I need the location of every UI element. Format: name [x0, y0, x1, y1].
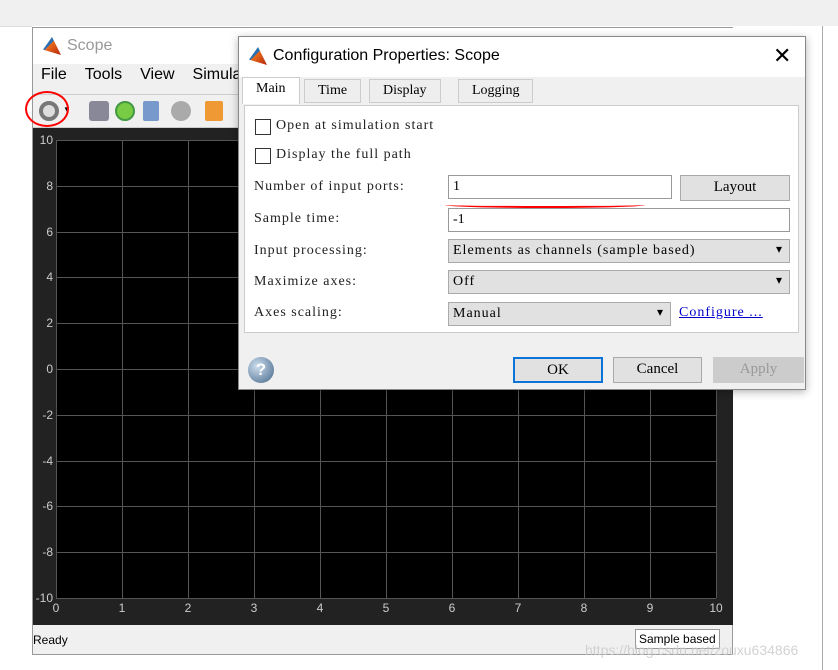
y-tick-label: 10 — [39, 133, 53, 147]
x-tick-label: 0 — [52, 601, 60, 615]
step-forward-icon[interactable] — [143, 101, 159, 121]
x-tick-label: 7 — [514, 601, 522, 615]
axes-scaling-select[interactable]: Manual — [448, 302, 671, 326]
run-icon[interactable] — [115, 101, 135, 121]
x-tick-label: 1 — [118, 601, 126, 615]
x-tick-label: 10 — [709, 601, 723, 615]
tab-main[interactable]: Main — [242, 77, 300, 104]
grid-line-horizontal — [56, 598, 716, 599]
input-processing-select[interactable]: Elements as channels (sample based) — [448, 239, 790, 263]
configure-link[interactable]: Configure ... — [679, 305, 763, 321]
menu-view[interactable]: View — [140, 66, 174, 83]
input-ports-field[interactable]: 1 — [448, 175, 672, 199]
background-pane — [0, 26, 32, 670]
help-icon[interactable]: ? — [248, 357, 274, 383]
display-full-path-label: Display the full path — [276, 147, 412, 162]
y-tick-label: -2 — [42, 407, 53, 422]
sample-time-field[interactable]: -1 — [448, 208, 790, 232]
layout-button[interactable]: Layout — [680, 175, 790, 201]
sample-time-label: Sample time: — [254, 211, 341, 226]
grid-line-vertical — [122, 140, 123, 598]
maximize-axes-label: Maximize axes: — [254, 274, 358, 289]
red-circle-annotation — [25, 91, 69, 127]
y-tick-label: 2 — [46, 316, 53, 331]
open-at-start-label: Open at simulation start — [276, 118, 435, 133]
x-tick-label: 4 — [316, 601, 324, 615]
status-text: Ready — [33, 633, 68, 647]
menu-simulation[interactable]: Simula — [193, 66, 242, 83]
tab-logging[interactable]: Logging — [458, 79, 534, 103]
ok-button[interactable]: OK — [513, 357, 603, 383]
x-tick-label: 5 — [382, 601, 390, 615]
configuration-dialog: Configuration Properties: Scope ✕ Main T… — [238, 36, 806, 390]
dialog-title-bar: Configuration Properties: Scope ✕ — [239, 37, 805, 77]
tab-time[interactable]: Time — [304, 79, 362, 103]
axes-scaling-label: Axes scaling: — [254, 305, 343, 320]
menu-bar: File Tools View Simula — [33, 66, 251, 92]
x-tick-label: 2 — [184, 601, 192, 615]
scope-title: Scope — [67, 37, 113, 54]
highlight-block-icon[interactable] — [205, 101, 223, 121]
y-tick-label: 4 — [46, 270, 53, 285]
maximize-axes-select[interactable]: Off — [448, 270, 790, 294]
x-tick-label: 9 — [646, 601, 654, 615]
y-tick-label: -6 — [42, 499, 53, 514]
menu-file[interactable]: File — [41, 66, 67, 83]
cancel-button[interactable]: Cancel — [613, 357, 702, 383]
input-processing-label: Input processing: — [254, 243, 368, 258]
x-tick-label: 6 — [448, 601, 456, 615]
watermark: https://blog.csdn.net/zouxu634866 — [585, 642, 799, 658]
tab-display[interactable]: Display — [369, 79, 441, 103]
grid-line-vertical — [56, 140, 57, 598]
y-tick-label: 8 — [46, 178, 53, 193]
x-tick-label: 3 — [250, 601, 258, 615]
main-panel: Open at simulation start Display the ful… — [244, 105, 799, 333]
x-tick-label: 8 — [580, 601, 588, 615]
background-strip — [0, 0, 838, 26]
divider — [822, 26, 823, 670]
y-tick-label: -8 — [42, 545, 53, 560]
matlab-logo-icon — [249, 47, 267, 65]
menu-tools[interactable]: Tools — [85, 66, 122, 83]
step-back-icon[interactable] — [89, 101, 109, 121]
open-at-start-checkbox[interactable] — [255, 119, 271, 135]
close-icon[interactable]: ✕ — [773, 43, 791, 69]
matlab-logo-icon — [43, 37, 61, 55]
dialog-title: Configuration Properties: Scope — [273, 47, 500, 64]
grid-line-vertical — [188, 140, 189, 598]
display-full-path-checkbox[interactable] — [255, 148, 271, 164]
y-tick-label: 6 — [46, 224, 53, 239]
input-ports-label: Number of input ports: — [254, 179, 405, 194]
y-tick-label: -4 — [42, 453, 53, 468]
stop-icon[interactable] — [171, 101, 191, 121]
y-tick-label: 0 — [46, 362, 53, 376]
apply-button[interactable]: Apply — [713, 357, 804, 383]
